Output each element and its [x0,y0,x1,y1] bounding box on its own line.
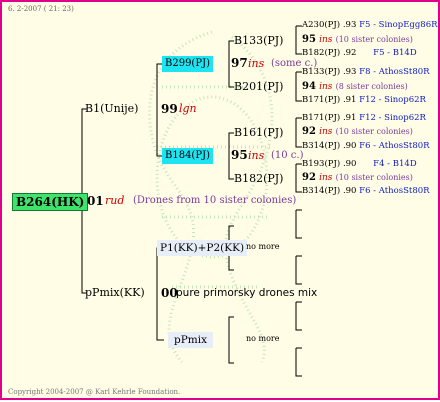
father-father-drone[interactable]: pPmix [168,332,214,348]
mf-note: (10 c.) [271,150,304,161]
mmf-queen[interactable]: B201(PJ) [234,80,283,93]
mff-queen[interactable]: B182(PJ) [234,172,283,185]
mm-race: ins [248,57,265,70]
mf-year: 95 [231,148,248,162]
ancestor-row[interactable]: A230(PJ) .93 F5 - SinopEgg86R [302,20,438,30]
mmf-year-line: 94 ins (8 sister colonies) [302,81,408,92]
father-description: pure primorsky drones mix [176,287,318,299]
mother-race: lgn [179,102,197,115]
root-mating-note: (Drones from 10 sister colonies) [133,195,297,206]
mmm-queen[interactable]: B133(PJ) [234,34,283,47]
mother-father-queen[interactable]: B184(PJ) [162,148,213,164]
father-drone[interactable]: pPmix(KK) [85,286,145,299]
mm-year: 97 [231,56,248,70]
father-father-note: no more [246,334,280,343]
root-race: rud [105,194,125,207]
ancestor-row[interactable]: B182(PJ) .92 F5 - B14D [302,48,417,58]
ancestor-row[interactable]: B171(PJ) .91 F12 - Sinop62R [302,95,426,105]
ancestor-row[interactable]: B133(PJ) .93 F8 - AthosSt80R [302,67,430,77]
ancestor-row[interactable]: B314(PJ) .90 F6 - AthosSt80R [302,186,430,196]
root-year: 01 [87,194,104,208]
ancestor-row[interactable]: B171(PJ) .91 F12 - Sinop62R [302,113,426,123]
mother-mother-queen[interactable]: B299(PJ) [162,56,213,72]
root-queen[interactable]: B264(HK) [12,193,89,211]
mother-year: 99 [161,102,178,116]
mother-queen[interactable]: B1(Unije) [85,102,138,115]
pedigree-frame: { "header": { "date": "6. 2-2007 ( 21: 2… [0,0,440,400]
mfm-year-line: 92 ins (10 sister colonies) [302,126,413,137]
mff-year-line: 92 ins (10 sister colonies) [302,172,413,183]
mmm-year-line: 95 ins (10 sister colonies) [302,34,413,45]
ancestor-row[interactable]: B314(PJ) .90 F6 - AthosSt80R [302,141,430,151]
ancestor-row[interactable]: B193(PJ) .90 F4 - B14D [302,159,417,169]
father-mother-queen[interactable]: P1(KK)+P2(KK) [157,240,248,256]
mfm-queen[interactable]: B161(PJ) [234,126,283,139]
mf-race: ins [248,149,265,162]
father-mother-note: no more [246,242,280,251]
